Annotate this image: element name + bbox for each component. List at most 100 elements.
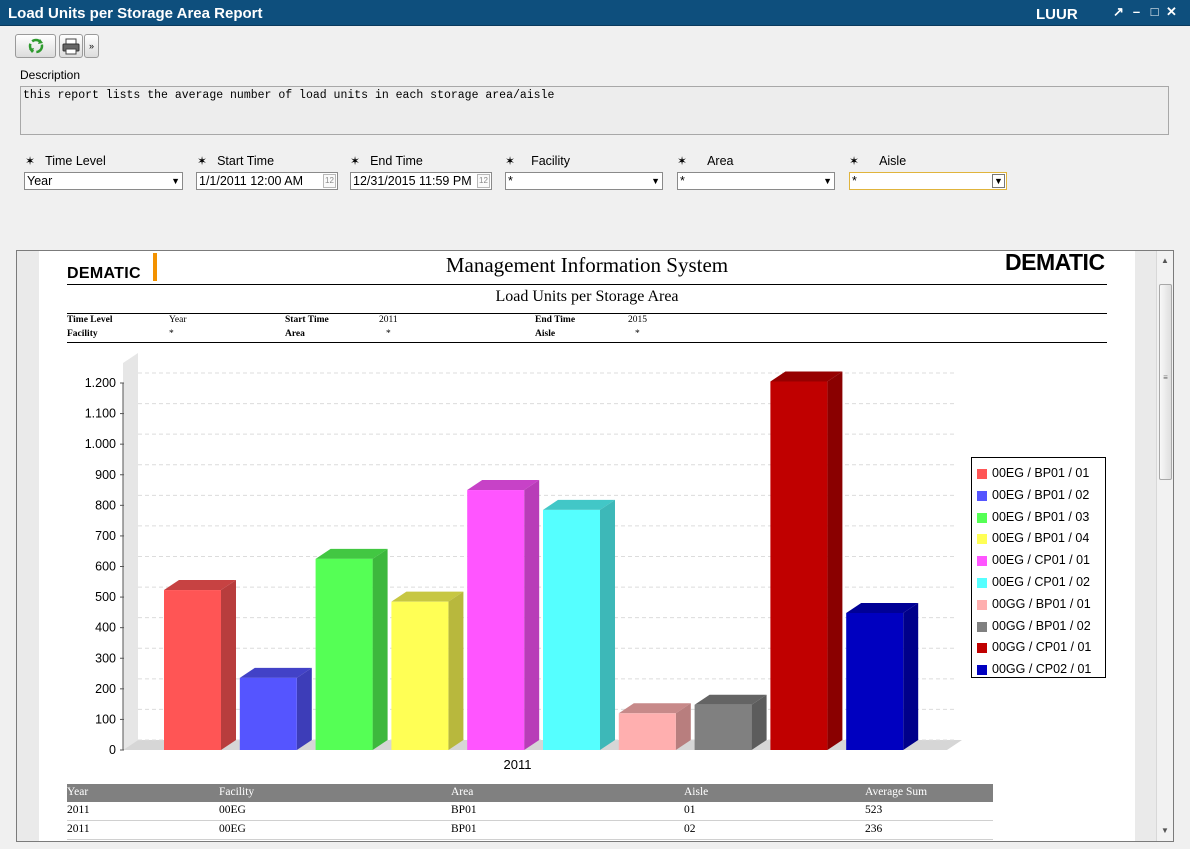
start-time-input[interactable]: 1/1/2011 12:00 AM 12 [196,172,338,190]
y-tick-label: 1.000 [85,437,116,451]
refresh-button[interactable] [15,34,56,58]
cell-year: 2011 [67,823,90,835]
chevron-down-icon[interactable]: ▼ [823,173,832,189]
y-tick-label: 300 [95,651,116,665]
facility-select[interactable]: * ▼ [505,172,663,190]
x-category-label: 2011 [504,757,532,772]
legend-label: 00GG / BP01 / 01 [992,596,1091,611]
legend-swatch [977,577,987,588]
bar-side [221,580,236,750]
area-label: ✶ Area [677,154,734,168]
y-tick-label: 1.200 [85,376,116,390]
facility-label: ✶ Facility [505,154,570,168]
header-year: Year [67,786,89,798]
legend-swatch [977,665,987,676]
legend-label: 00EG / BP01 / 02 [992,487,1090,502]
legend-label: 00EG / CP01 / 01 [992,553,1090,568]
cell-average-sum: 236 [865,823,883,835]
bar-side [903,602,919,750]
y-tick-label: 100 [95,712,116,726]
required-icon: ✶ [849,154,860,168]
y-tick-label: 900 [95,468,116,482]
cell-aisle: 02 [684,823,696,835]
legend-swatch [977,512,987,523]
y-tick-label: 500 [95,590,116,604]
bar [391,601,449,750]
cell-area: BP01 [451,804,477,816]
legend-item: 00EG / CP01 / 02 [972,572,1105,594]
bar [846,612,904,750]
legend-item: 00EG / CP01 / 01 [972,550,1105,572]
bar [239,677,297,750]
data-table: Year Facility Area Aisle Average Sum 201… [67,784,993,840]
legend-item: 00GG / BP01 / 02 [972,616,1105,638]
time-level-select[interactable]: Year ▼ [24,172,183,190]
calendar-icon[interactable]: 12 [323,174,336,188]
bar [543,509,600,750]
pin-icon[interactable]: ↗ [1111,4,1126,20]
end-time-label: ✶ End Time [350,154,423,168]
bar-side [448,591,464,750]
vertical-scrollbar[interactable]: ▲ ≡ ▼ [1156,251,1173,841]
legend-label: 00GG / BP01 / 02 [992,618,1091,633]
aisle-select[interactable]: * ▼ [849,172,1007,190]
user-name: LUUR [1036,6,1078,23]
legend-swatch [977,621,987,632]
cell-facility: 00EG [219,823,246,835]
chart-side-wall [123,353,138,750]
maximize-icon[interactable]: □ [1147,4,1162,20]
report-page: DEMATIC Management Information System DE… [39,251,1135,841]
y-tick-label: 1.100 [85,407,116,421]
legend-item: 00GG / CP02 / 01 [972,659,1105,681]
bar-side [296,667,312,750]
print-options-button[interactable]: » [84,34,99,58]
scroll-down-icon[interactable]: ▼ [1157,823,1173,839]
bar [315,558,373,750]
close-icon[interactable]: ✕ [1164,4,1179,20]
cell-year: 2011 [67,804,90,816]
legend-swatch [977,469,987,479]
y-tick-label: 700 [95,529,116,543]
chevron-down-icon[interactable]: ▼ [992,174,1005,188]
chevron-down-icon[interactable]: ▼ [651,173,660,189]
area-select[interactable]: * ▼ [677,172,835,190]
start-time-label: ✶ Start Time [197,154,275,168]
legend-label: 00EG / CP01 / 02 [992,574,1090,589]
required-icon: ✶ [350,154,361,168]
minimize-icon[interactable]: – [1129,4,1144,20]
scroll-up-icon[interactable]: ▲ [1157,253,1173,269]
calendar-icon[interactable]: 12 [477,174,490,188]
y-tick-label: 600 [95,560,116,574]
cell-facility: 00EG [219,804,246,816]
legend-swatch [977,643,987,654]
time-level-label: ✶ Time Level [25,154,106,168]
description-label: Description [20,68,81,82]
y-tick-label: 200 [95,682,116,696]
refresh-icon [28,38,44,54]
legend-item: 00EG / BP01 / 04 [972,528,1105,550]
legend-label: 00EG / BP01 / 03 [992,509,1090,524]
legend-item: 00EG / BP01 / 03 [972,507,1105,529]
y-tick-label: 800 [95,498,116,512]
aisle-label: ✶ Aisle [849,154,907,168]
header-area: Area [451,786,474,798]
report-viewer[interactable]: DEMATIC Management Information System DE… [16,250,1174,842]
legend-swatch [977,534,987,545]
table-row: 2011 00EG BP01 01 523 [67,802,993,821]
legend-item: 00EG / BP01 / 02 [972,485,1105,507]
window-titlebar: Load Units per Storage Area Report LUUR … [0,0,1190,26]
description-field[interactable]: this report lists the average number of … [20,86,1169,135]
bar-side [372,548,388,750]
chevron-down-icon[interactable]: ▼ [171,173,180,189]
header-facility: Facility [219,786,255,798]
bar-side [600,499,615,750]
scrollbar-thumb[interactable]: ≡ [1159,284,1172,480]
table-header: Year Facility Area Aisle Average Sum [67,784,993,802]
print-button[interactable] [59,34,83,58]
legend-item: 00GG / CP01 / 01 [972,637,1105,659]
required-icon: ✶ [197,154,208,168]
legend-item: 00GG / BP01 / 01 [972,594,1105,616]
bar [694,704,752,750]
legend-swatch [977,490,987,501]
end-time-input[interactable]: 12/31/2015 11:59 PM 12 [350,172,492,190]
